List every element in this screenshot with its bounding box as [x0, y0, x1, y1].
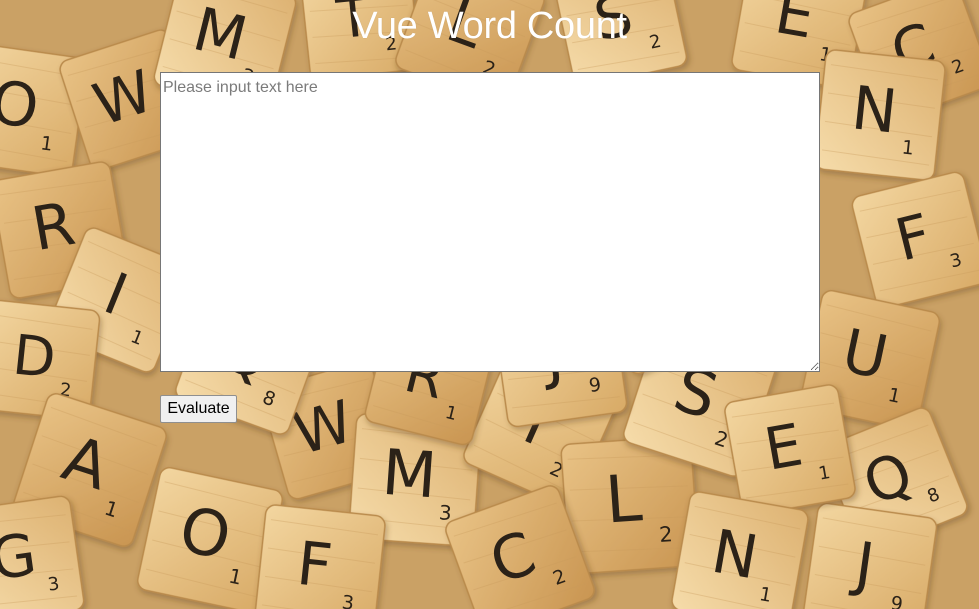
tile-letter: M — [380, 436, 439, 513]
scrabble-tile-decoration: E1 — [724, 384, 856, 516]
tile-score: 9 — [889, 592, 904, 609]
tile-letter: D — [10, 322, 59, 390]
page-title: Vue Word Count — [352, 5, 627, 47]
text-input-area[interactable] — [160, 72, 820, 372]
tile-letter: N — [848, 73, 900, 147]
scrabble-tile-decoration: F3 — [254, 504, 386, 609]
evaluate-button[interactable]: Evaluate — [160, 395, 237, 423]
tile-score: 3 — [341, 592, 355, 609]
scrabble-tile-decoration: J9 — [802, 502, 938, 609]
tile-letter: L — [603, 461, 644, 538]
tile-score: 1 — [901, 137, 915, 160]
scrabble-tile-decoration: N1 — [671, 491, 809, 609]
tile-score: 2 — [658, 522, 673, 547]
scrabble-tile-decoration: N1 — [814, 49, 946, 181]
tile-letter: F — [294, 529, 336, 602]
